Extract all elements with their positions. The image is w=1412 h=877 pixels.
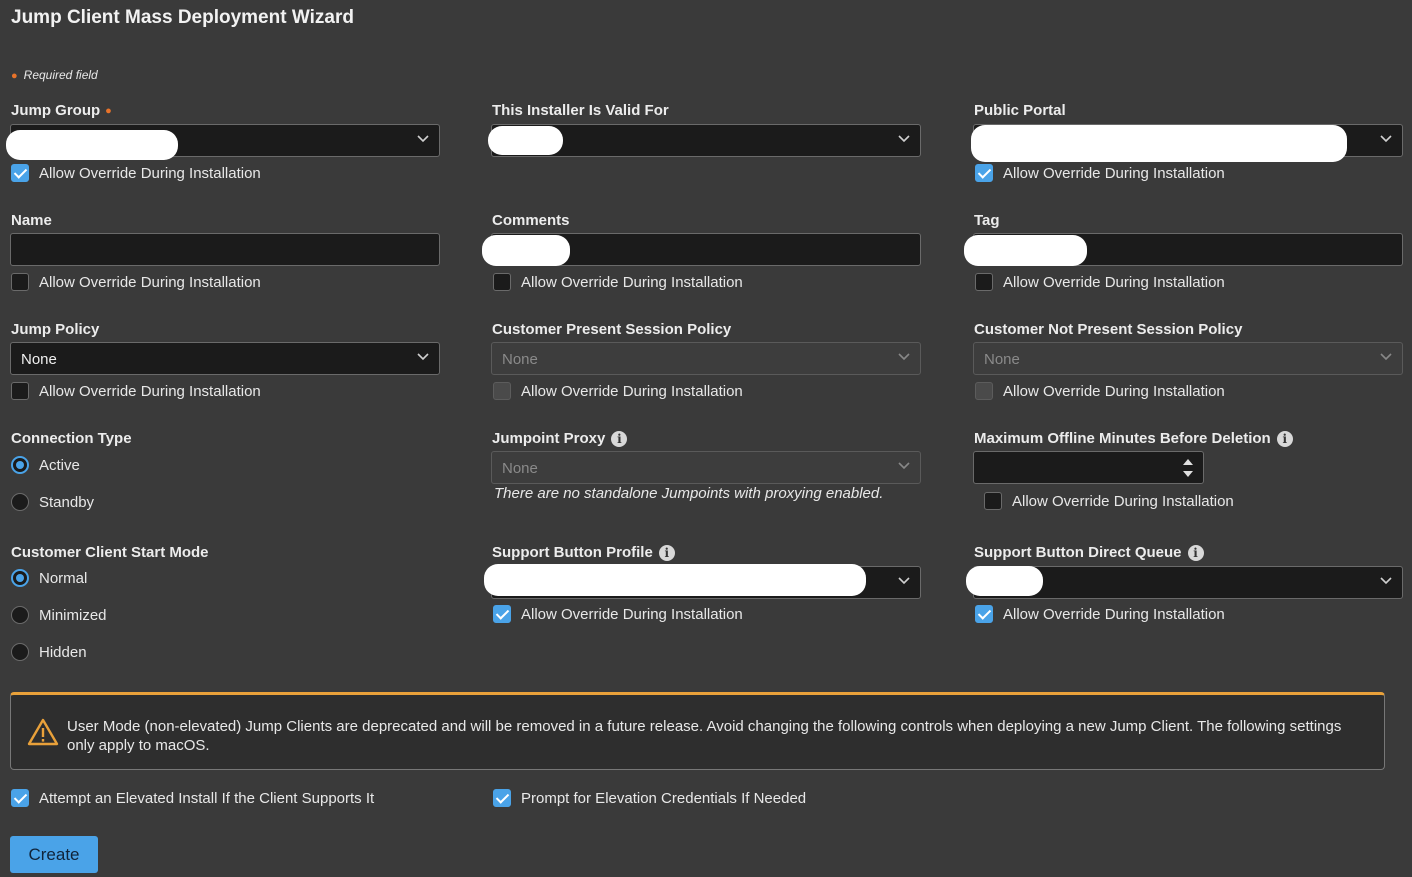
- chevron-down-icon: [417, 135, 429, 145]
- start-mode-hidden[interactable]: Hidden: [11, 643, 87, 661]
- connection-type-active[interactable]: Active: [11, 456, 80, 474]
- warning-text: User Mode (non-elevated) Jump Clients ar…: [67, 718, 1342, 754]
- start-mode-minimized[interactable]: Minimized: [11, 606, 107, 624]
- checkbox-icon[interactable]: [11, 382, 29, 400]
- max-offline-input[interactable]: [973, 451, 1204, 484]
- checkbox-checked-icon[interactable]: [493, 789, 511, 807]
- support-button-profile-label: Support Button Profile i: [492, 544, 675, 561]
- elevated-install-checkbox[interactable]: Attempt an Elevated Install If the Clien…: [11, 789, 374, 807]
- name-input[interactable]: [10, 233, 440, 266]
- jump-policy-override[interactable]: Allow Override During Installation: [11, 382, 261, 400]
- customer-present-policy-label: Customer Present Session Policy: [492, 321, 732, 338]
- checkbox-checked-icon[interactable]: [11, 789, 29, 807]
- chevron-down-icon: [1380, 135, 1392, 145]
- info-icon[interactable]: i: [1276, 430, 1293, 447]
- jump-policy-label: Jump Policy: [11, 321, 100, 338]
- comments-label: Comments: [492, 212, 570, 229]
- public-portal-label: Public Portal: [974, 102, 1066, 119]
- jump-group-label: Jump Group ●: [11, 102, 112, 119]
- customer-not-present-policy-override: Allow Override During Installation: [975, 382, 1225, 400]
- name-label: Name: [11, 212, 52, 229]
- redacted-value: [6, 130, 178, 160]
- public-portal-override[interactable]: Allow Override During Installation: [975, 164, 1225, 182]
- chevron-down-icon: [1380, 353, 1392, 363]
- customer-present-policy-select: None: [491, 342, 921, 375]
- checkbox-checked-icon[interactable]: [11, 164, 29, 182]
- connection-type-label: Connection Type: [11, 430, 132, 447]
- radio-selected-icon[interactable]: [11, 456, 29, 474]
- info-icon[interactable]: i: [658, 544, 675, 561]
- checkbox-disabled-icon: [975, 382, 993, 400]
- chevron-down-icon: [898, 353, 910, 363]
- chevron-down-icon: [417, 353, 429, 363]
- jumpoint-proxy-select: None: [491, 451, 921, 484]
- radio-icon[interactable]: [11, 643, 29, 661]
- redacted-value: [484, 564, 866, 596]
- checkbox-checked-icon[interactable]: [493, 605, 511, 623]
- redacted-value: [488, 126, 563, 155]
- create-button[interactable]: Create: [10, 836, 98, 873]
- required-dot-icon: ●: [105, 104, 112, 117]
- chevron-down-icon: [898, 462, 910, 472]
- customer-present-policy-value: None: [502, 351, 538, 368]
- start-mode-normal[interactable]: Normal: [11, 569, 87, 587]
- customer-present-policy-override: Allow Override During Installation: [493, 382, 743, 400]
- customer-not-present-policy-select: None: [973, 342, 1403, 375]
- tag-override[interactable]: Allow Override During Installation: [975, 273, 1225, 291]
- required-dot-icon: ●: [11, 70, 18, 82]
- comments-override[interactable]: Allow Override During Installation: [493, 273, 743, 291]
- max-offline-override[interactable]: Allow Override During Installation: [984, 492, 1234, 510]
- redacted-value: [966, 566, 1043, 596]
- required-note: ● Required field: [11, 68, 98, 82]
- checkbox-icon[interactable]: [984, 492, 1002, 510]
- prompt-elevation-checkbox[interactable]: Prompt for Elevation Credentials If Need…: [493, 789, 806, 807]
- chevron-down-icon: [898, 135, 910, 145]
- redacted-value: [964, 235, 1087, 266]
- checkbox-disabled-icon: [493, 382, 511, 400]
- max-offline-label: Maximum Offline Minutes Before Deletion i: [974, 430, 1293, 447]
- checkbox-icon[interactable]: [975, 273, 993, 291]
- jump-policy-select[interactable]: None: [10, 342, 440, 375]
- support-button-queue-override[interactable]: Allow Override During Installation: [975, 605, 1225, 623]
- jump-policy-value: None: [21, 351, 57, 368]
- jumpoint-proxy-value: None: [502, 460, 538, 477]
- deprecation-warning: User Mode (non-elevated) Jump Clients ar…: [10, 692, 1385, 770]
- checkbox-checked-icon[interactable]: [975, 164, 993, 182]
- name-override[interactable]: Allow Override During Installation: [11, 273, 261, 291]
- spinner-arrows-icon[interactable]: [1181, 456, 1195, 480]
- jump-group-override[interactable]: Allow Override During Installation: [11, 164, 261, 182]
- warning-triangle-icon: [27, 718, 59, 746]
- installer-valid-label: This Installer Is Valid For: [492, 102, 669, 119]
- chevron-down-icon: [898, 577, 910, 587]
- customer-not-present-policy-value: None: [984, 351, 1020, 368]
- page-title: Jump Client Mass Deployment Wizard: [11, 7, 354, 28]
- client-start-mode-label: Customer Client Start Mode: [11, 544, 209, 561]
- checkbox-icon[interactable]: [493, 273, 511, 291]
- chevron-down-icon: [1380, 577, 1392, 587]
- redacted-value: [971, 125, 1347, 162]
- info-icon[interactable]: i: [1187, 544, 1204, 561]
- tag-label: Tag: [974, 212, 1000, 229]
- jumpoint-proxy-label: Jumpoint Proxy i: [492, 430, 628, 447]
- customer-not-present-policy-label: Customer Not Present Session Policy: [974, 321, 1243, 338]
- jumpoint-proxy-hint: There are no standalone Jumpoints with p…: [494, 485, 884, 502]
- radio-icon[interactable]: [11, 493, 29, 511]
- support-button-profile-override[interactable]: Allow Override During Installation: [493, 605, 743, 623]
- checkbox-checked-icon[interactable]: [975, 605, 993, 623]
- radio-icon[interactable]: [11, 606, 29, 624]
- support-button-queue-label: Support Button Direct Queue i: [974, 544, 1204, 561]
- connection-type-standby[interactable]: Standby: [11, 493, 94, 511]
- checkbox-icon[interactable]: [11, 273, 29, 291]
- info-icon[interactable]: i: [611, 430, 628, 447]
- radio-selected-icon[interactable]: [11, 569, 29, 587]
- redacted-value: [482, 235, 570, 266]
